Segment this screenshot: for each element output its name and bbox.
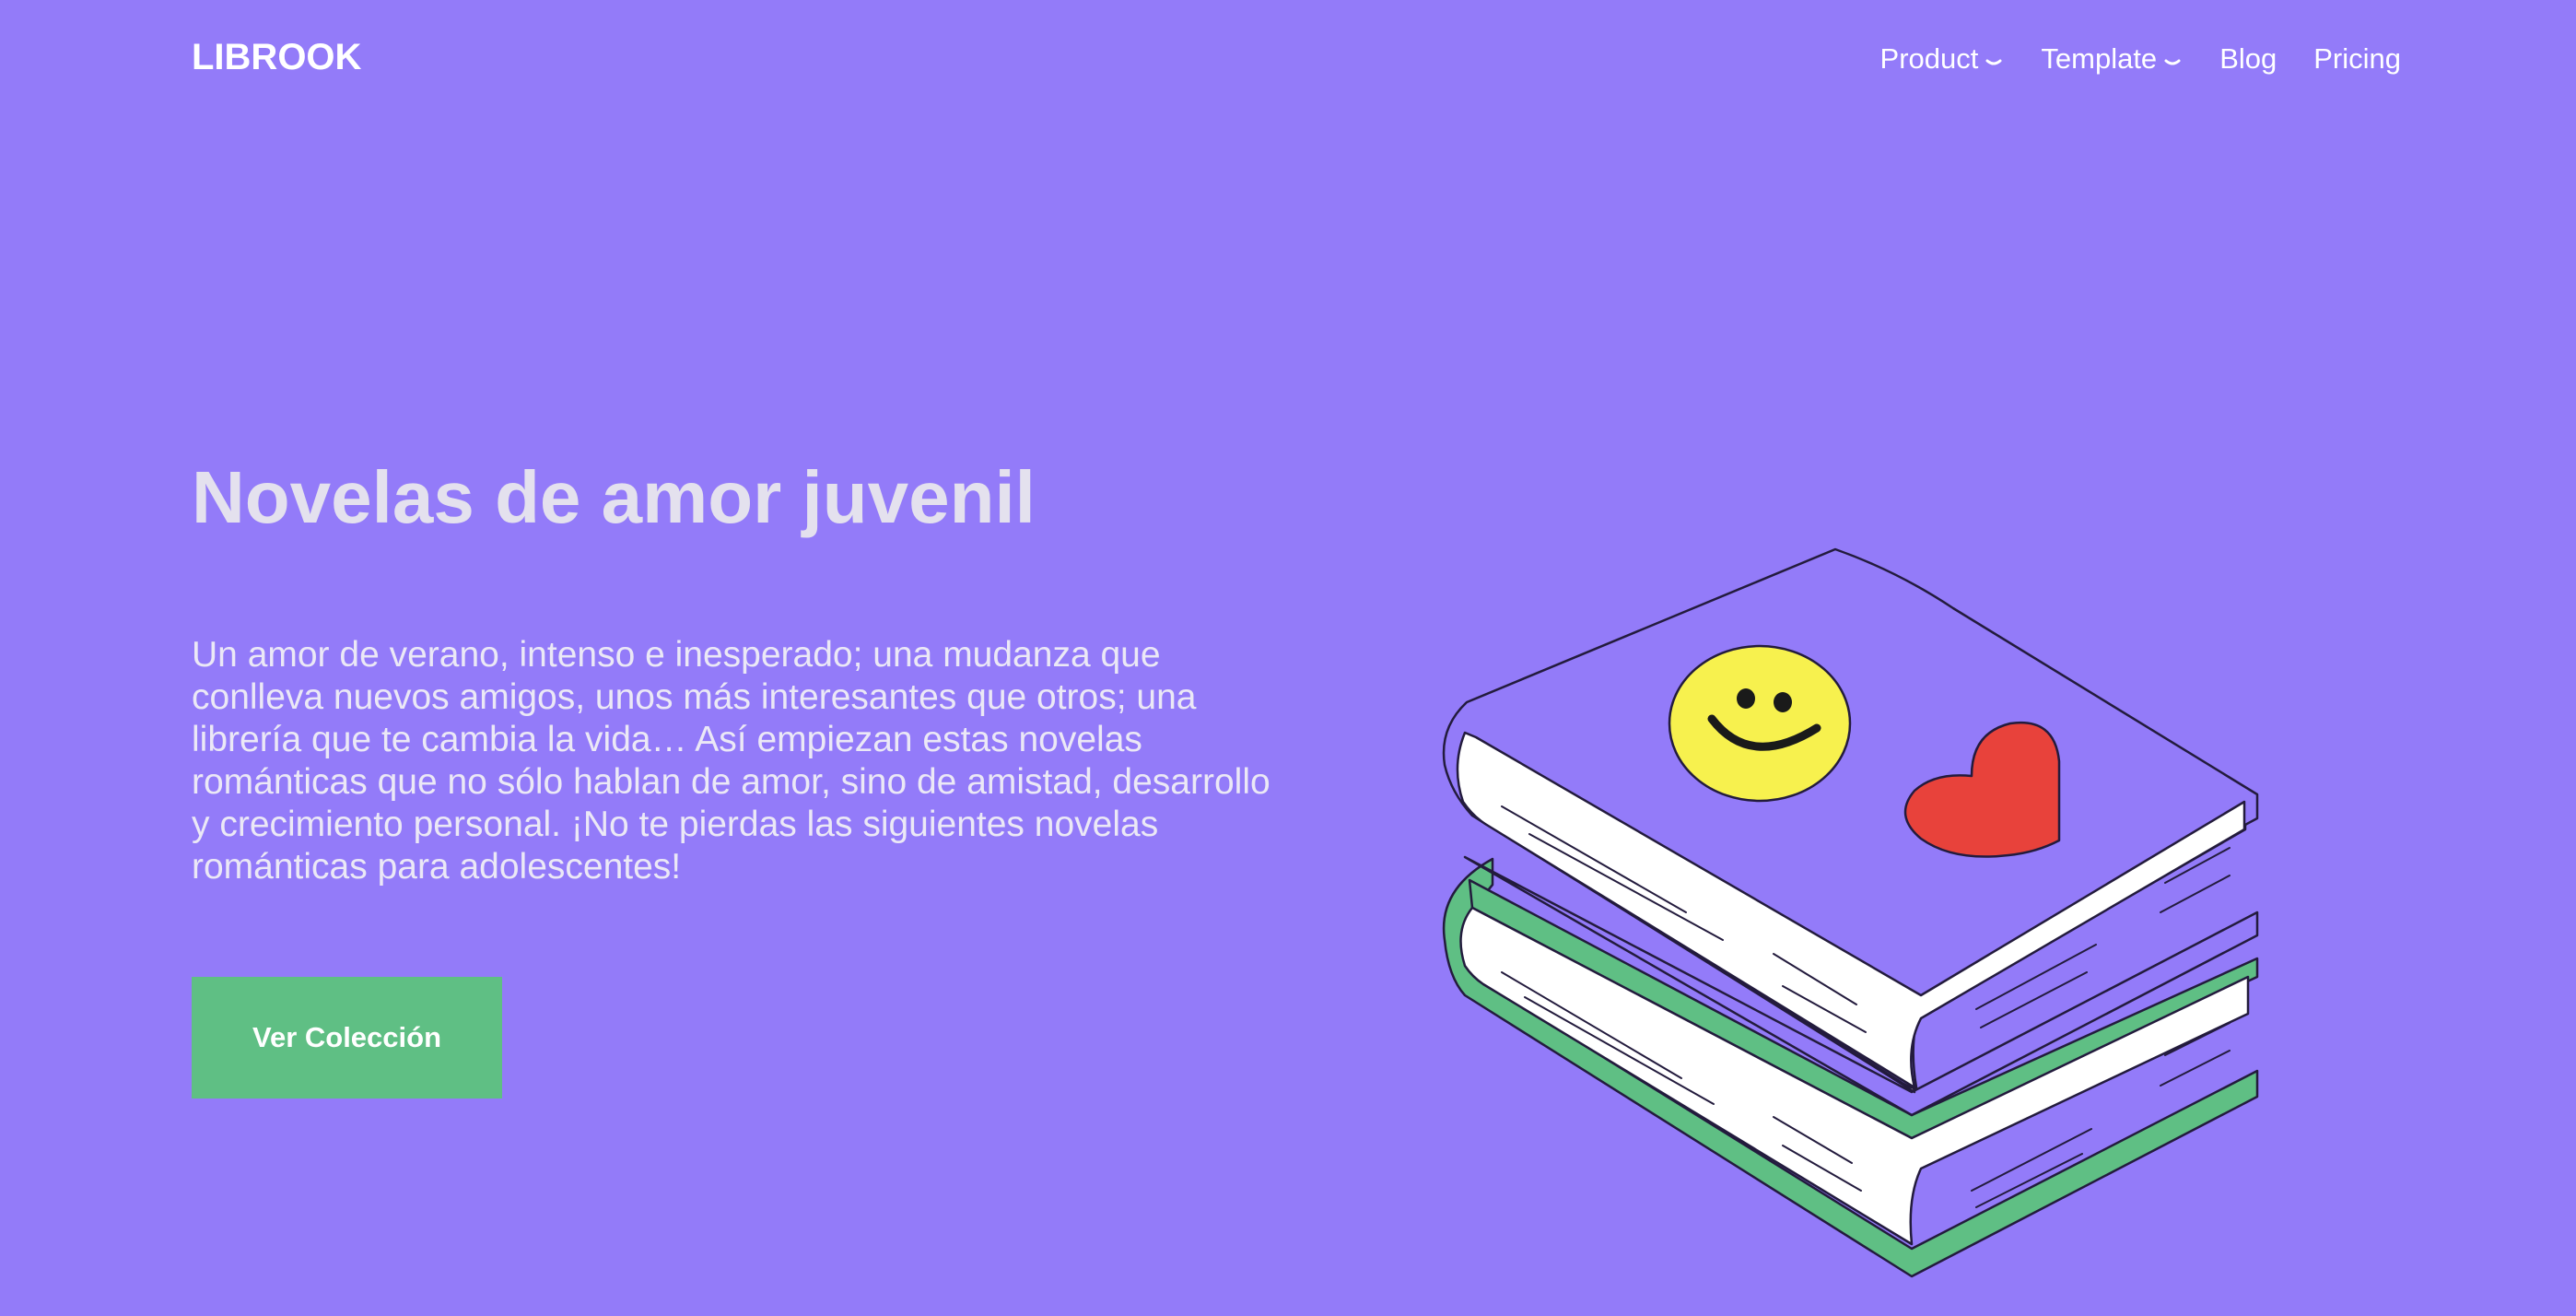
nav-item-label: Product xyxy=(1879,42,1979,75)
ver-coleccion-button[interactable]: Ver Colección xyxy=(192,977,502,1099)
nav-item-label: Template xyxy=(2041,42,2158,75)
chevron-down-icon xyxy=(2164,59,2181,65)
nav-item-label: Blog xyxy=(2219,42,2277,75)
landing-page: LIBROOK Product Template Blog Pricing No… xyxy=(0,0,2576,1316)
smiley-face-icon xyxy=(1668,644,1852,803)
chevron-down-icon xyxy=(1985,59,2002,65)
main-nav: Product Template Blog Pricing xyxy=(1880,42,2401,76)
logo[interactable]: LIBROOK xyxy=(192,37,361,78)
hero-title: Novelas de amor juvenil xyxy=(192,456,1036,538)
nav-item-product[interactable]: Product xyxy=(1880,42,2005,76)
nav-item-label: Pricing xyxy=(2313,42,2401,75)
book-stack-illustration xyxy=(1442,547,2259,1278)
hero-description: Un amor de verano, intenso e inesperado;… xyxy=(192,635,1270,887)
nav-item-pricing[interactable]: Pricing xyxy=(2313,42,2401,76)
nav-item-template[interactable]: Template xyxy=(2041,42,2183,76)
nav-item-blog[interactable]: Blog xyxy=(2219,42,2277,76)
